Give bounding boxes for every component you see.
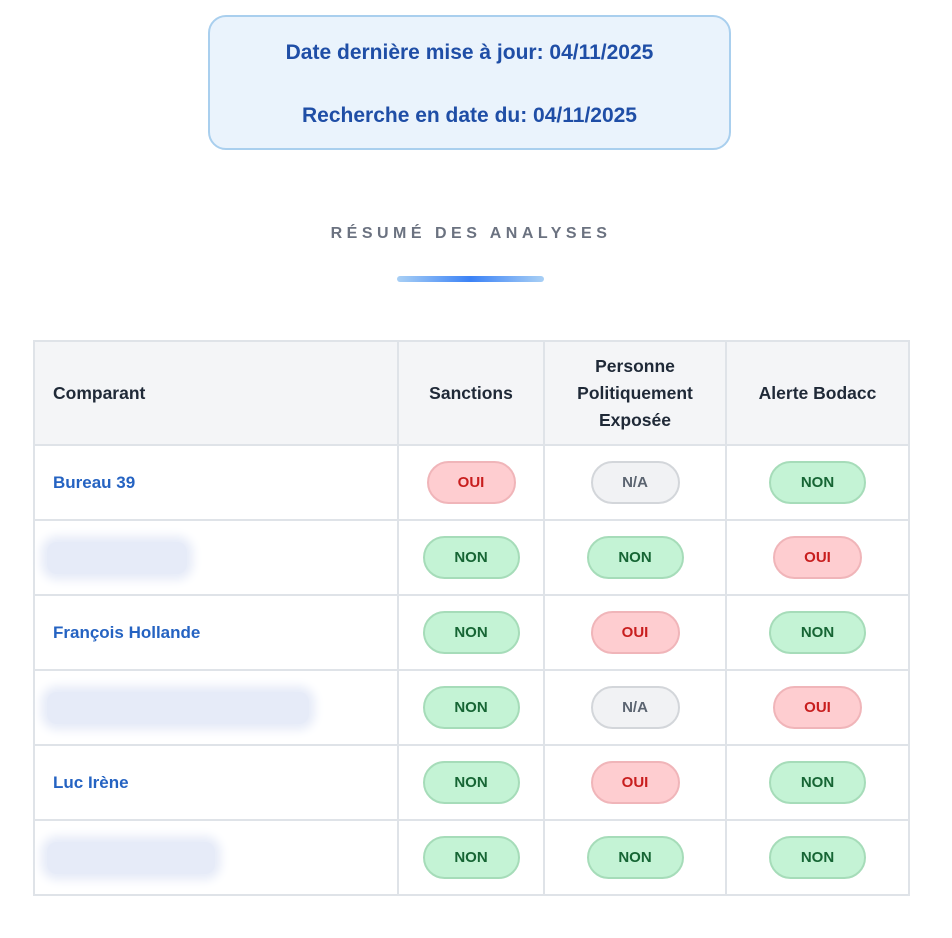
table-row: NON NON NON bbox=[33, 819, 910, 896]
sanctions-status-badge: NON bbox=[422, 686, 520, 729]
redacted-name bbox=[47, 541, 187, 574]
pep-status-badge: NON bbox=[586, 836, 684, 879]
cell-comparant bbox=[33, 519, 399, 596]
bodacc-status-badge: OUI bbox=[773, 536, 862, 579]
section-title: RÉSUMÉ DES ANALYSES bbox=[330, 225, 612, 242]
bodacc-status-badge: NON bbox=[769, 611, 866, 654]
table-row: NON NON OUI bbox=[33, 519, 910, 596]
last-update-date: Date dernière mise à jour: 04/11/2025 bbox=[285, 41, 654, 64]
section-divider bbox=[397, 276, 544, 282]
cell-comparant: Luc Irène bbox=[33, 744, 399, 821]
cell-bodacc: OUI bbox=[725, 519, 910, 596]
pep-status-badge: OUI bbox=[590, 761, 680, 804]
cell-sanctions: NON bbox=[397, 594, 545, 671]
header-pep: Personne Politiquement Exposée bbox=[543, 340, 727, 446]
cell-bodacc: NON bbox=[725, 819, 910, 896]
cell-sanctions: NON bbox=[397, 669, 545, 746]
table-row: Luc Irène NON OUI NON bbox=[33, 744, 910, 821]
comparant-link[interactable]: Bureau 39 bbox=[53, 473, 135, 492]
cell-sanctions: NON bbox=[397, 744, 545, 821]
pep-status-badge: OUI bbox=[590, 611, 680, 654]
sanctions-status-badge: NON bbox=[422, 536, 520, 579]
comparant-link[interactable]: François Hollande bbox=[53, 623, 200, 642]
comparant-link[interactable]: Luc Irène bbox=[53, 773, 129, 792]
cell-comparant: François Hollande bbox=[33, 594, 399, 671]
sanctions-status-badge: NON bbox=[422, 611, 520, 654]
cell-sanctions: NON bbox=[397, 819, 545, 896]
cell-bodacc: NON bbox=[725, 444, 910, 521]
cell-comparant: Bureau 39 bbox=[33, 444, 399, 521]
sanctions-status-badge: OUI bbox=[426, 461, 516, 504]
table-row: NON N/A OUI bbox=[33, 669, 910, 746]
cell-pep: OUI bbox=[543, 744, 727, 821]
table-header-row: Comparant Sanctions Personne Politiqueme… bbox=[33, 340, 910, 446]
cell-pep: N/A bbox=[543, 669, 727, 746]
pep-status-badge: NON bbox=[586, 536, 684, 579]
pep-status-badge: N/A bbox=[590, 461, 680, 504]
update-info-box: Date dernière mise à jour: 04/11/2025 Re… bbox=[208, 15, 731, 150]
cell-sanctions: NON bbox=[397, 519, 545, 596]
cell-pep: NON bbox=[543, 819, 727, 896]
table-row: Bureau 39 OUI N/A NON bbox=[33, 444, 910, 521]
cell-sanctions: OUI bbox=[397, 444, 545, 521]
bodacc-status-badge: NON bbox=[769, 461, 866, 504]
header-comparant: Comparant bbox=[33, 340, 399, 446]
cell-bodacc: NON bbox=[725, 744, 910, 821]
cell-comparant bbox=[33, 819, 399, 896]
analysis-summary-table: Comparant Sanctions Personne Politiqueme… bbox=[33, 340, 910, 896]
cell-pep: OUI bbox=[543, 594, 727, 671]
bodacc-status-badge: NON bbox=[769, 761, 866, 804]
redacted-name bbox=[47, 841, 215, 874]
pep-status-badge: N/A bbox=[590, 686, 680, 729]
table-row: François Hollande NON OUI NON bbox=[33, 594, 910, 671]
header-bodacc: Alerte Bodacc bbox=[725, 340, 910, 446]
cell-bodacc: NON bbox=[725, 594, 910, 671]
cell-comparant bbox=[33, 669, 399, 746]
sanctions-status-badge: NON bbox=[422, 761, 520, 804]
header-sanctions: Sanctions bbox=[397, 340, 545, 446]
cell-pep: N/A bbox=[543, 444, 727, 521]
cell-bodacc: OUI bbox=[725, 669, 910, 746]
bodacc-status-badge: OUI bbox=[773, 686, 862, 729]
cell-pep: NON bbox=[543, 519, 727, 596]
sanctions-status-badge: NON bbox=[422, 836, 520, 879]
search-date: Recherche en date du: 04/11/2025 bbox=[301, 104, 637, 127]
redacted-name bbox=[47, 691, 309, 724]
bodacc-status-badge: NON bbox=[769, 836, 866, 879]
